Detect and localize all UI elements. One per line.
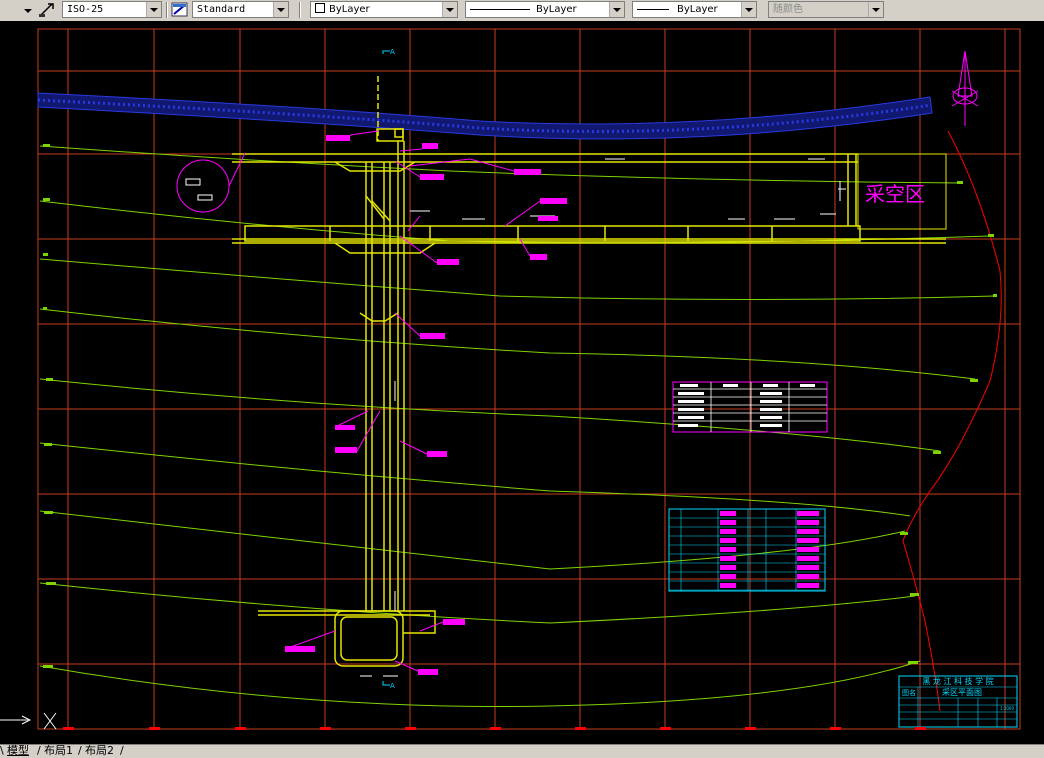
section-mark-bottom: A: [390, 682, 395, 690]
plot-style-value: 随颜色: [773, 4, 803, 15]
color-control-select[interactable]: ByLayer: [310, 1, 458, 18]
grid-marker: [915, 727, 926, 730]
detail-circle: [176, 159, 230, 213]
callout-labels: [284, 130, 567, 675]
legend-cell-fill: [720, 574, 736, 579]
grid-marker: [575, 727, 586, 730]
lineweight-control-select[interactable]: ByLayer: [632, 1, 757, 18]
legend-cell-fill: [720, 565, 736, 570]
color-value: ByLayer: [329, 4, 370, 15]
title-block-drawing-name: 采区平面图: [942, 687, 982, 697]
chevron-down-icon: [146, 2, 161, 17]
legend-cell-fill: [720, 529, 736, 534]
mining-boundary-line: [902, 130, 1002, 712]
north-arrow-icon: [951, 50, 979, 126]
chevron-down-icon: [273, 2, 288, 17]
legend-cell-fill: [797, 520, 819, 525]
grid-marker: [63, 727, 74, 730]
grid-marker: [320, 727, 331, 730]
tab-model[interactable]: 模型: [7, 745, 29, 758]
properties-toolbar: ISO-25 Standard ByLayer ByLayer ByLayer …: [0, 0, 1044, 22]
tab-layout2[interactable]: 布局2: [85, 745, 114, 758]
section-mark-top: A: [390, 48, 395, 56]
grid-marker: [235, 727, 246, 730]
grid-marker: [830, 727, 841, 730]
legend-cell-fill: [720, 520, 736, 525]
title-block: 黑 龙 江 科 技 学 院 图名 采区平面图 1:2000: [898, 675, 1018, 728]
grid-marker: [405, 727, 416, 730]
toolbar-overflow-arrow-icon[interactable]: [2, 2, 32, 18]
title-block-institution: 黑 龙 江 科 技 学 院: [922, 676, 993, 686]
detail-symbol: [197, 194, 213, 201]
tab-layout1[interactable]: 布局1: [44, 745, 73, 758]
linetype-control-select[interactable]: ByLayer: [465, 1, 625, 18]
text-style-select[interactable]: Standard: [192, 1, 289, 18]
model-space-canvas[interactable]: 采空区 A A 黑 龙 江 科 技 学 院 图名 采区平面图 1:2000: [0, 21, 1044, 744]
lineweight-value: ByLayer: [677, 4, 718, 15]
ucs-icon: [0, 712, 57, 730]
chevron-down-icon: [609, 2, 624, 17]
grid-marker: [745, 727, 756, 730]
linetype-preview-icon: [470, 9, 530, 10]
title-block-name-label: 图名: [902, 688, 916, 697]
goaf-area-label: 采空区: [865, 182, 925, 206]
chevron-down-icon: [442, 2, 457, 17]
legend-cell-fill: [797, 574, 819, 579]
tab-separator-icon: /: [120, 744, 124, 757]
contour-elevation-labels: [43, 144, 997, 668]
text-style-icon[interactable]: [171, 2, 189, 18]
color-swatch-icon: [315, 3, 325, 13]
legend-cell-fill: [720, 538, 736, 543]
tab-separator-icon: /: [78, 744, 82, 757]
legend-cell-fill: [720, 547, 736, 552]
legend-cell-fill: [797, 547, 819, 552]
roadway-network: [232, 76, 946, 667]
tab-separator-icon: \: [0, 744, 4, 757]
legend-cell-fill: [797, 538, 819, 543]
legend-cell-fill: [720, 556, 736, 561]
chevron-down-icon: [741, 2, 756, 17]
legend-cell-fill: [720, 583, 736, 588]
drawing-svg[interactable]: 采空区 A A 黑 龙 江 科 技 学 院 图名 采区平面图 1:2000: [0, 21, 1044, 744]
plot-style-select[interactable]: 随颜色: [768, 1, 884, 18]
legend-cell-fill: [720, 511, 736, 516]
legend-cell-fill: [797, 583, 819, 588]
detail-leader: [228, 152, 246, 187]
linetype-value: ByLayer: [536, 4, 577, 15]
river-hatch: [37, 92, 933, 140]
text-style-value: Standard: [197, 4, 246, 15]
detail-symbol: [185, 178, 201, 186]
legend-cell-fill: [797, 529, 819, 534]
grid-marker: [149, 727, 160, 730]
legend-cell-fill: [797, 511, 819, 516]
dimension-style-select[interactable]: ISO-25: [62, 1, 162, 18]
legend-cell-fill: [797, 565, 819, 570]
lineweight-preview-icon: [637, 9, 669, 10]
chevron-down-icon: [868, 2, 883, 17]
dimension-style-icon[interactable]: [38, 2, 56, 18]
grid-marker: [660, 727, 671, 730]
title-block-scale: 1:2000: [1000, 706, 1015, 711]
dimension-style-value: ISO-25: [67, 4, 104, 15]
grid-marker: [490, 727, 501, 730]
layout-tab-bar: \ 模型 / 布局1 / 布局2 /: [0, 744, 1044, 758]
toolbar-separator: [166, 2, 168, 18]
tab-separator-icon: /: [37, 744, 41, 757]
legend-cell-fill: [797, 556, 819, 561]
toolbar-separator: [299, 2, 301, 18]
